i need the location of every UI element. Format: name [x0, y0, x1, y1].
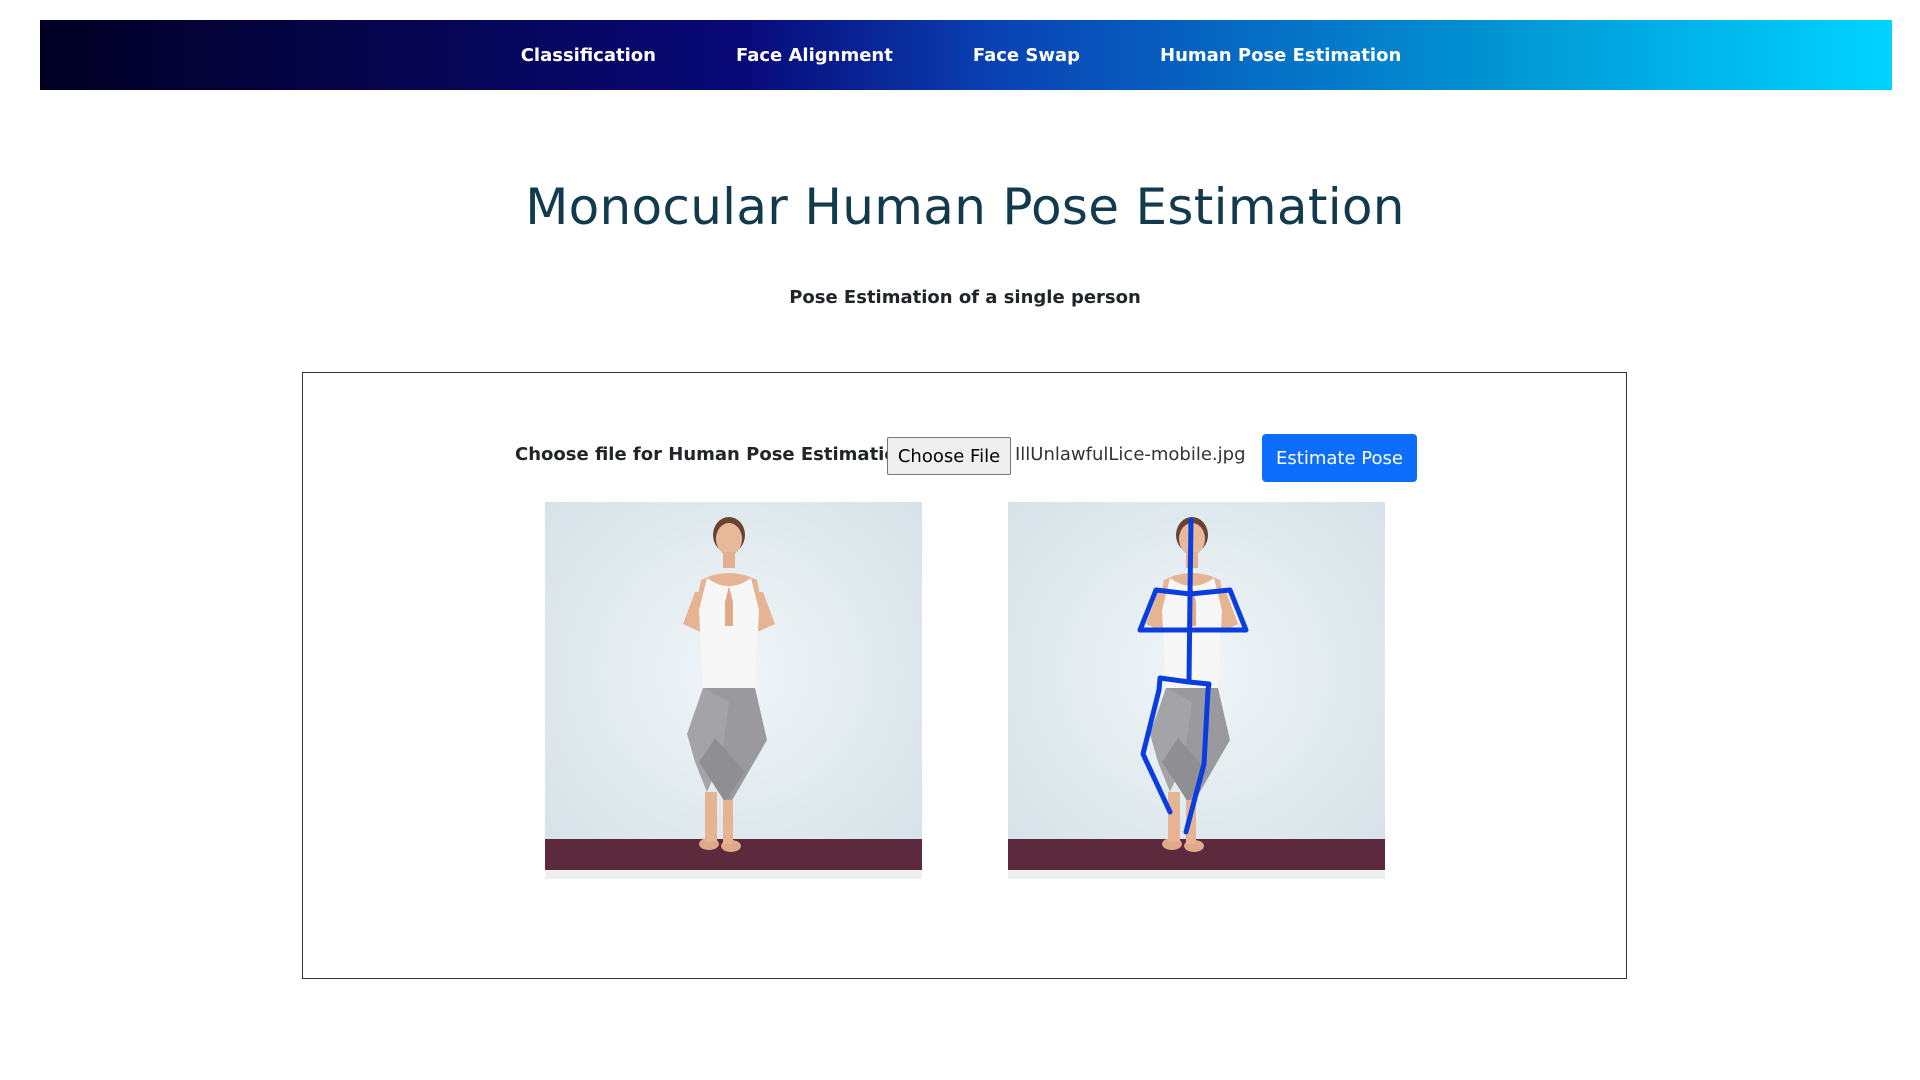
- original-photo-illustration: [545, 502, 922, 879]
- nav-link-face-swap[interactable]: Face Swap: [973, 45, 1080, 66]
- nav-link-face-alignment[interactable]: Face Alignment: [736, 45, 893, 66]
- page-title: Monocular Human Pose Estimation: [525, 178, 1405, 236]
- file-input-label: Choose file for Human Pose Estimation: [515, 444, 910, 465]
- page-subtitle: Pose Estimation of a single person: [789, 287, 1141, 308]
- skeleton-spine: [1186, 517, 1194, 685]
- top-navbar: Classification Face Alignment Face Swap …: [40, 20, 1892, 90]
- choose-file-button[interactable]: Choose File: [887, 437, 1011, 475]
- pose-result-image: [1008, 502, 1385, 879]
- nav-link-human-pose-estimation[interactable]: Human Pose Estimation: [1160, 45, 1401, 66]
- estimate-pose-button[interactable]: Estimate Pose: [1262, 434, 1417, 482]
- upload-panel: Choose file for Human Pose Estimation Ch…: [302, 372, 1627, 979]
- selected-file-name: IllUnlawfulLice-mobile.jpg: [1015, 444, 1246, 465]
- pose-result-illustration: [1008, 502, 1385, 879]
- nav-links: Classification Face Alignment Face Swap …: [521, 45, 1402, 66]
- original-image: [545, 502, 922, 879]
- nav-link-classification[interactable]: Classification: [521, 45, 656, 66]
